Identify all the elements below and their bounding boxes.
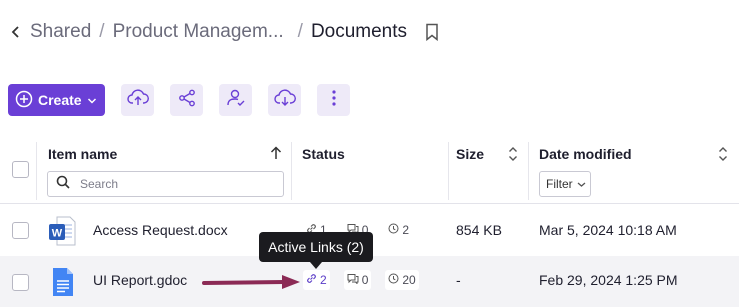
- column-divider: [36, 142, 37, 200]
- search-icon: [56, 175, 70, 194]
- documents-table: Item name Status Size Date modified Filt…: [0, 134, 739, 307]
- more-vertical-icon: [331, 89, 337, 112]
- create-label: Create: [38, 92, 82, 108]
- sort-arrow-up-icon[interactable]: [270, 146, 282, 165]
- breadcrumb-separator: /: [99, 21, 105, 42]
- breadcrumb-documents: Documents: [310, 21, 408, 42]
- file-size: -: [456, 272, 461, 288]
- breadcrumb-shared[interactable]: Shared: [30, 21, 91, 43]
- comments-count: 0: [361, 273, 369, 287]
- history-clock-icon: [388, 273, 399, 287]
- date-modified: Feb 29, 2024 1:25 PM: [539, 272, 678, 288]
- sort-toggle-icon[interactable]: [718, 146, 728, 167]
- cloud-upload-icon: [126, 88, 149, 112]
- bookmark-icon[interactable]: [423, 21, 441, 43]
- tooltip-pointer: [310, 262, 322, 269]
- column-header-status[interactable]: Status: [302, 146, 345, 162]
- table-row[interactable]: UI Report.gdoc 2 0 20 - Feb 29, 2024 1:2…: [0, 256, 739, 307]
- breadcrumb: Shared / Product Managem... / Documents: [0, 14, 739, 50]
- active-links-tooltip: Active Links (2): [259, 232, 373, 262]
- create-button[interactable]: Create: [8, 84, 105, 116]
- table-header: Item name Status Size Date modified Filt…: [0, 134, 739, 204]
- share-icon: [178, 89, 196, 112]
- file-size: 854 KB: [456, 222, 502, 238]
- chevron-down-icon: [87, 92, 97, 108]
- history-clock-icon: [388, 223, 399, 237]
- share-button[interactable]: [170, 84, 203, 116]
- status-badges: 2 0 20: [303, 270, 419, 290]
- row-checkbox[interactable]: [12, 222, 29, 239]
- comment-icon: [347, 273, 359, 287]
- filter-label: Filter: [546, 177, 573, 191]
- toolbar: Create: [8, 84, 350, 116]
- column-divider: [448, 142, 449, 200]
- links-count: 2: [320, 273, 327, 287]
- sort-toggle-icon[interactable]: [508, 146, 518, 167]
- select-all-checkbox[interactable]: [12, 161, 29, 178]
- active-links-badge[interactable]: 2: [303, 270, 330, 290]
- search-input[interactable]: [80, 177, 270, 191]
- upload-button[interactable]: [121, 84, 154, 116]
- manage-access-button[interactable]: [219, 84, 252, 116]
- date-filter-dropdown[interactable]: Filter: [539, 171, 591, 197]
- column-header-size[interactable]: Size: [456, 146, 484, 162]
- google-doc-icon: [52, 267, 80, 297]
- chevron-down-icon: [577, 177, 586, 191]
- versions-count: 20: [402, 273, 416, 287]
- column-header-item-name[interactable]: Item name: [48, 146, 117, 162]
- breadcrumb-product-management[interactable]: Product Managem...: [113, 21, 284, 43]
- word-document-icon: W: [48, 216, 76, 246]
- comments-badge[interactable]: 0: [343, 270, 372, 290]
- date-modified: Mar 5, 2024 10:18 AM: [539, 222, 677, 238]
- download-button[interactable]: [268, 84, 301, 116]
- svg-text:W: W: [52, 228, 63, 240]
- versions-badge[interactable]: 20: [385, 270, 419, 290]
- column-divider: [528, 142, 529, 200]
- search-field[interactable]: [47, 171, 284, 197]
- column-divider: [291, 142, 292, 200]
- plus-circle-icon: [15, 90, 33, 111]
- more-options-button[interactable]: [317, 84, 350, 116]
- row-checkbox[interactable]: [12, 274, 29, 291]
- annotation-arrow-icon: [202, 275, 300, 289]
- column-header-date-modified[interactable]: Date modified: [539, 146, 632, 162]
- file-name[interactable]: UI Report.gdoc: [93, 272, 187, 288]
- breadcrumb-separator: /: [297, 21, 303, 42]
- versions-count: 2: [402, 223, 410, 237]
- file-name[interactable]: Access Request.docx: [93, 222, 228, 238]
- link-icon: [306, 273, 317, 287]
- user-check-icon: [226, 89, 246, 112]
- versions-badge[interactable]: 2: [385, 220, 413, 240]
- cloud-download-icon: [273, 88, 296, 112]
- back-chevron-icon[interactable]: [4, 20, 28, 44]
